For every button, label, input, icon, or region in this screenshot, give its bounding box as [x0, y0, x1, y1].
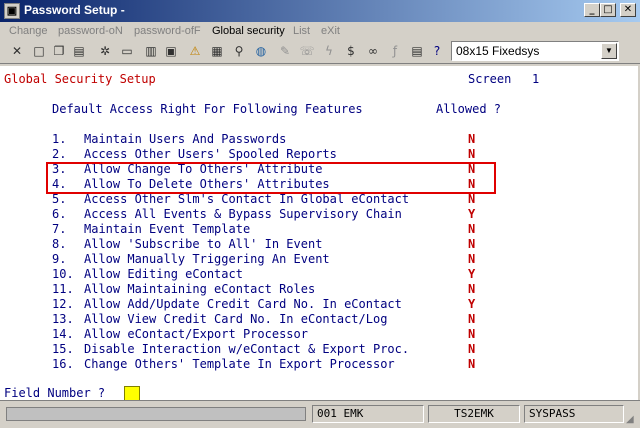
cut-icon[interactable]: ✕ — [8, 42, 26, 60]
dollar-icon[interactable]: $ — [342, 42, 360, 60]
search-icon[interactable]: ⚲ — [230, 42, 248, 60]
item-value[interactable]: N — [468, 327, 475, 342]
close-button[interactable]: ✕ — [620, 3, 636, 17]
item-value[interactable]: Y — [468, 207, 475, 222]
item-label: Allow Manually Triggering An Event — [84, 252, 330, 266]
item-number: 11. — [52, 282, 74, 296]
screen-number: 1 — [532, 72, 540, 86]
chevron-down-icon[interactable]: ▼ — [601, 43, 617, 59]
item-label: Access Other Users' Spooled Reports — [84, 147, 337, 161]
item-label: Disable Interaction w/eContact & Export … — [84, 342, 410, 356]
item-number: 6. — [52, 207, 67, 221]
item-value[interactable]: N — [468, 192, 475, 207]
item-number: 13. — [52, 312, 74, 326]
item-number: 14. — [52, 327, 74, 341]
item-label: Allow Add/Update Credit Card No. In eCon… — [84, 297, 402, 311]
item-label: Maintain Event Template — [84, 222, 251, 236]
item-label: Change Others' Template In Export Proces… — [84, 357, 395, 371]
minimize-button[interactable]: _ — [584, 3, 600, 17]
item-value[interactable]: N — [468, 132, 475, 147]
status-system: SYSPASS — [524, 405, 624, 423]
menu-password-off[interactable]: password-ofF — [134, 25, 201, 37]
resize-grip-icon[interactable]: ◢ — [626, 414, 638, 426]
item-number: 16. — [52, 357, 74, 371]
image-icon[interactable]: ▦ — [208, 42, 226, 60]
copy-icon[interactable]: ❐ — [50, 42, 68, 60]
item-number: 10. — [52, 267, 74, 281]
notes-icon[interactable]: ▤ — [408, 42, 426, 60]
item-label: Allow View Credit Card No. In eContact/L… — [84, 312, 388, 326]
item-value[interactable]: N — [468, 222, 475, 237]
settings-icon[interactable]: ✲ — [96, 42, 114, 60]
item-label: Allow eContact/Export Processor — [84, 327, 308, 341]
item-label: Allow Maintaining eContact Roles — [84, 282, 316, 296]
lightning-icon[interactable]: ϟ — [320, 42, 338, 60]
new-icon[interactable]: □ — [30, 42, 48, 60]
font-select[interactable]: 08x15 Fixedsys ▼ — [451, 41, 619, 61]
item-value[interactable]: N — [468, 312, 475, 327]
form-icon[interactable]: ▭ — [118, 42, 136, 60]
menu-change[interactable]: Change — [9, 25, 48, 37]
item-number: 1. — [52, 132, 67, 146]
item-number: 7. — [52, 222, 67, 236]
field-number-input[interactable] — [124, 386, 140, 401]
item-value[interactable]: N — [468, 252, 475, 267]
item-label: Access Other Slm's Contact In Global eCo… — [84, 192, 410, 206]
item-value[interactable]: N — [468, 282, 475, 297]
item-value[interactable]: N — [468, 237, 475, 252]
edit-icon[interactable]: ✎ — [276, 42, 294, 60]
item-label: Access All Events & Bypass Supervisory C… — [84, 207, 402, 221]
item-value[interactable]: Y — [468, 267, 475, 282]
item-label: Allow Editing eContact — [84, 267, 243, 281]
progress-bar — [6, 407, 306, 421]
screen-title: Global Security Setup — [4, 72, 156, 86]
highlight-box — [46, 162, 496, 194]
header-features: Default Access Right For Following Featu… — [52, 102, 363, 116]
item-value[interactable]: Y — [468, 297, 475, 312]
help-pointer-icon[interactable]: ? — [428, 42, 446, 60]
menu-exit[interactable]: eXit — [321, 25, 340, 37]
item-value[interactable]: N — [468, 147, 475, 162]
screen-label: Screen — [468, 72, 512, 86]
status-code: 001 EMK — [312, 405, 424, 423]
item-number: 5. — [52, 192, 67, 206]
status-bar: 001 EMK TS2EMK SYSPASS ◢ — [0, 400, 640, 428]
link-icon[interactable]: ∞ — [364, 42, 382, 60]
dial-icon[interactable]: ☏ — [298, 42, 316, 60]
font-select-value: 08x15 Fixedsys — [456, 44, 540, 58]
record-icon[interactable]: ▥ — [142, 42, 160, 60]
menu-global-security[interactable]: Global security — [212, 25, 285, 37]
window-title: Password Setup - — [24, 3, 125, 17]
terminal-screen[interactable]: Global Security Setup Screen 1 Default A… — [0, 66, 638, 400]
maximize-button[interactable]: □ — [600, 3, 616, 17]
item-label: Allow 'Subscribe to All' In Event — [84, 237, 323, 251]
header-allowed: Allowed ? — [436, 102, 502, 116]
globe-icon[interactable]: ◍ — [252, 42, 270, 60]
field-number-prompt: Field Number ? — [4, 386, 106, 400]
item-number: 8. — [52, 237, 67, 251]
title-bar: ▣ Password Setup - _ □ ✕ — [0, 0, 640, 22]
item-number: 9. — [52, 252, 67, 266]
menu-password-on[interactable]: password-oN — [58, 25, 123, 37]
menu-list[interactable]: List — [293, 25, 310, 37]
item-label: Maintain Users And Passwords — [84, 132, 287, 146]
print-icon[interactable]: ▣ — [162, 42, 180, 60]
item-value[interactable]: N — [468, 357, 475, 372]
paste-icon[interactable]: ▤ — [70, 42, 88, 60]
item-number: 12. — [52, 297, 74, 311]
status-host: TS2EMK — [428, 405, 520, 423]
alert-icon[interactable]: ⚠ — [186, 42, 204, 60]
item-number: 15. — [52, 342, 74, 356]
item-value[interactable]: N — [468, 342, 475, 357]
app-icon[interactable]: ▣ — [4, 3, 20, 19]
function-icon[interactable]: ƒ — [386, 42, 404, 60]
item-number: 2. — [52, 147, 67, 161]
menu-bar: Change password-oN password-ofF Global s… — [0, 22, 640, 40]
